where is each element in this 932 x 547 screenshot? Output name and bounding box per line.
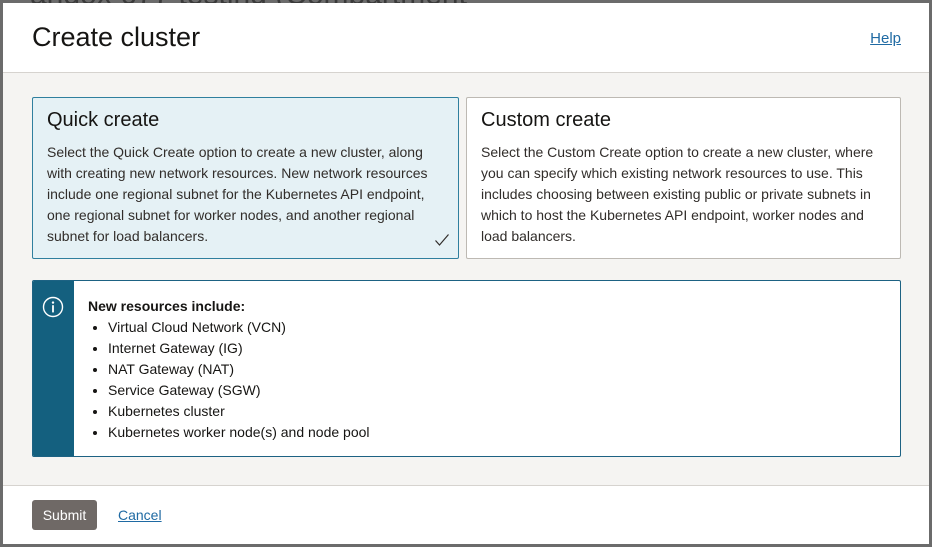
custom-create-option[interactable]: Custom create Select the Custom Create o…: [466, 97, 901, 259]
custom-create-title: Custom create: [481, 109, 612, 131]
list-item: NAT Gateway (NAT): [108, 359, 370, 380]
info-content: New resources include: Virtual Cloud Net…: [88, 296, 370, 443]
create-cluster-dialog: Create cluster Help Quick create Select …: [3, 3, 929, 544]
new-resources-info-box: New resources include: Virtual Cloud Net…: [32, 280, 901, 457]
submit-button[interactable]: Submit: [32, 500, 97, 530]
dialog-footer: Submit Cancel: [3, 485, 929, 544]
quick-create-title: Quick create: [47, 109, 160, 131]
dialog-header: Create cluster Help: [3, 3, 929, 73]
info-accent-bar: [33, 281, 74, 456]
custom-create-description: Select the Custom Create option to creat…: [481, 144, 874, 244]
list-item: Service Gateway (SGW): [108, 380, 370, 401]
resource-list: Virtual Cloud Network (VCN) Internet Gat…: [88, 317, 370, 443]
list-item: Kubernetes cluster: [108, 401, 370, 422]
cancel-link[interactable]: Cancel: [118, 507, 162, 523]
dialog-title: Create cluster: [32, 22, 201, 52]
list-item: Internet Gateway (IG): [108, 338, 370, 359]
list-item: Virtual Cloud Network (VCN): [108, 317, 370, 338]
list-item: Kubernetes worker node(s) and node pool: [108, 422, 370, 443]
help-link[interactable]: Help: [870, 30, 901, 47]
info-icon: [42, 296, 64, 318]
quick-create-option[interactable]: Quick create Select the Quick Create opt…: [32, 97, 459, 259]
checkmark-icon: [435, 234, 449, 246]
quick-create-description: Select the Quick Create option to create…: [47, 144, 428, 244]
info-heading: New resources include:: [88, 298, 246, 314]
